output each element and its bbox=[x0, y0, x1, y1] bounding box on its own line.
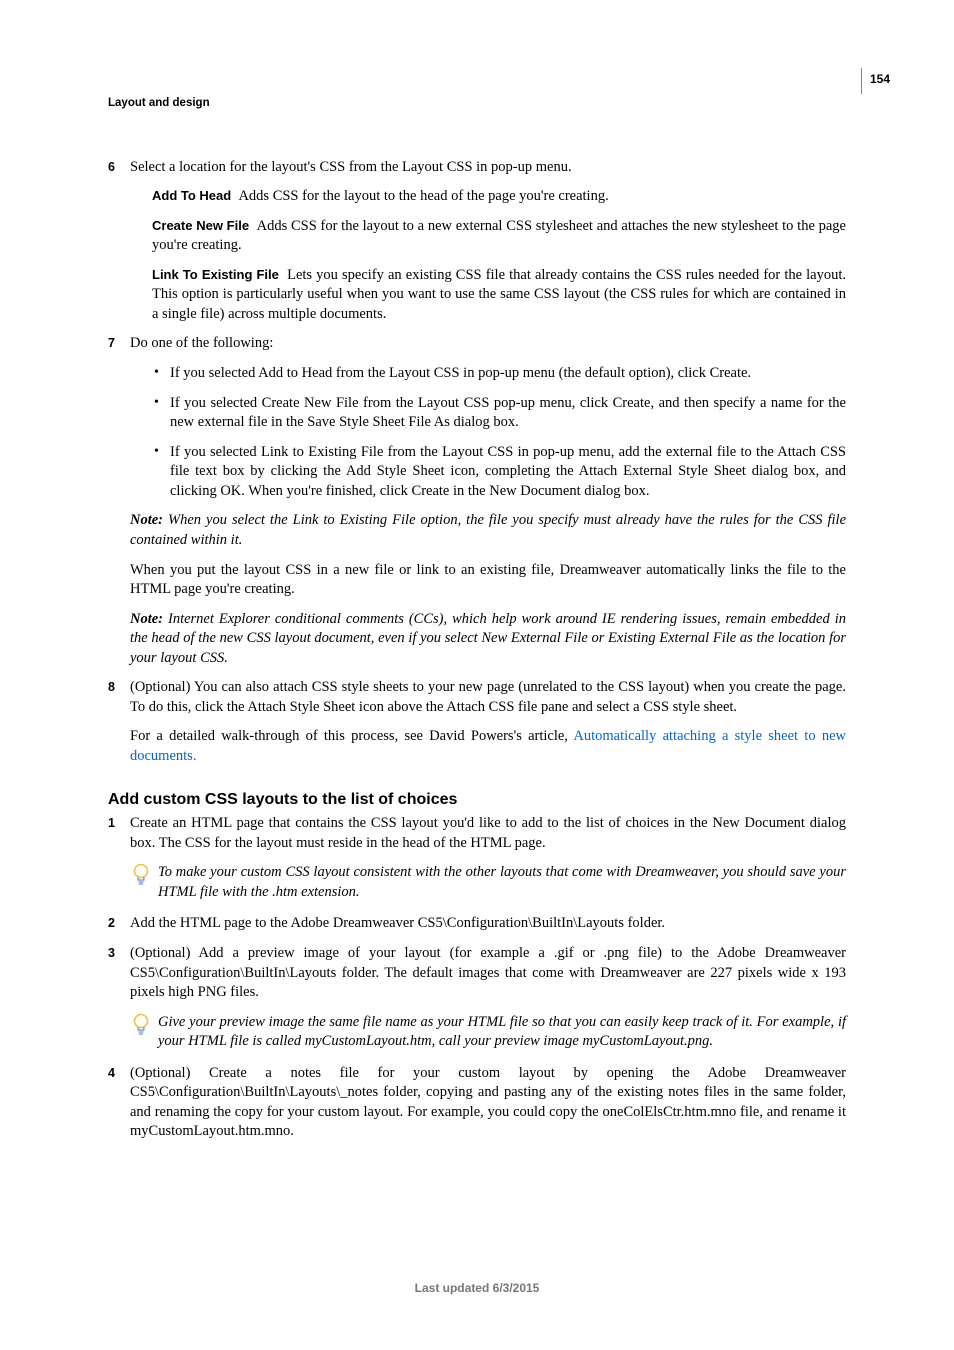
term-add-to-head: Add To Head bbox=[152, 188, 231, 203]
custom-step-2: 2 Add the HTML page to the Adobe Dreamwe… bbox=[108, 914, 846, 934]
note-label: Note: bbox=[130, 512, 163, 528]
custom-step-4-text: (Optional) Create a notes file for your … bbox=[130, 1064, 846, 1142]
option-create-new-file: Create New File Adds CSS for the layout … bbox=[152, 217, 846, 256]
text-add-to-head: Adds CSS for the layout to the head of t… bbox=[238, 188, 608, 204]
step-7-intro: Do one of the following: bbox=[130, 334, 846, 354]
subheading-add-custom-layouts: Add custom CSS layouts to the list of ch… bbox=[108, 789, 846, 811]
custom-step-1: 1 Create an HTML page that contains the … bbox=[108, 814, 846, 902]
step-number: 3 bbox=[108, 944, 115, 963]
step-8-p2: For a detailed walk-through of this proc… bbox=[130, 727, 846, 766]
note-2: Note: Internet Explorer conditional comm… bbox=[130, 610, 846, 669]
step-number: 2 bbox=[108, 914, 115, 933]
custom-step-1-text: Create an HTML page that contains the CS… bbox=[130, 814, 846, 853]
step-7: 7 Do one of the following: If you select… bbox=[108, 334, 846, 668]
term-create-new-file: Create New File bbox=[152, 218, 249, 233]
custom-step-4: 4 (Optional) Create a notes file for you… bbox=[108, 1064, 846, 1142]
step-number: 1 bbox=[108, 814, 115, 833]
bullet-item: If you selected Create New File from the… bbox=[152, 394, 846, 433]
note-label: Note: bbox=[130, 611, 163, 627]
step-number: 7 bbox=[108, 334, 115, 353]
bullet-item: If you selected Link to Existing File fr… bbox=[152, 443, 846, 502]
text-create-new-file: Adds CSS for the layout to a new externa… bbox=[152, 218, 846, 254]
tip-1: To make your custom CSS layout consisten… bbox=[130, 863, 846, 902]
option-add-to-head: Add To Head Adds CSS for the layout to t… bbox=[152, 187, 846, 207]
lightbulb-icon bbox=[132, 1013, 150, 1037]
step-7-bullets: If you selected Add to Head from the Lay… bbox=[152, 364, 846, 501]
note-1: Note: When you select the Link to Existi… bbox=[130, 511, 846, 550]
bullet-item: If you selected Add to Head from the Lay… bbox=[152, 364, 846, 384]
step-6-intro: Select a location for the layout's CSS f… bbox=[130, 158, 846, 178]
step-8: 8 (Optional) You can also attach CSS sty… bbox=[108, 678, 846, 766]
custom-step-3-text: (Optional) Add a preview image of your l… bbox=[130, 944, 846, 1003]
note-2-text: Internet Explorer conditional comments (… bbox=[130, 611, 846, 666]
page-content: Layout and design 6 Select a location fo… bbox=[0, 0, 954, 1142]
option-link-existing: Link To Existing File Lets you specify a… bbox=[152, 266, 846, 325]
note-1-text: When you select the Link to Existing Fil… bbox=[130, 512, 846, 548]
lightbulb-icon bbox=[132, 863, 150, 887]
step-6: 6 Select a location for the layout's CSS… bbox=[108, 158, 846, 325]
step-8-p2-text: For a detailed walk-through of this proc… bbox=[130, 728, 573, 744]
step-number: 4 bbox=[108, 1064, 115, 1083]
step-number: 8 bbox=[108, 678, 115, 697]
step-8-p1: (Optional) You can also attach CSS style… bbox=[130, 678, 846, 717]
tip-2: Give your preview image the same file na… bbox=[130, 1013, 846, 1052]
running-header: Layout and design bbox=[108, 96, 846, 112]
tip-2-text: Give your preview image the same file na… bbox=[158, 1013, 846, 1052]
step-number: 6 bbox=[108, 158, 115, 177]
custom-step-2-text: Add the HTML page to the Adobe Dreamweav… bbox=[130, 914, 846, 934]
step-7-after-note: When you put the layout CSS in a new fil… bbox=[130, 561, 846, 600]
custom-step-3: 3 (Optional) Add a preview image of your… bbox=[108, 944, 846, 1052]
term-link-existing: Link To Existing File bbox=[152, 267, 279, 282]
footer-last-updated: Last updated 6/3/2015 bbox=[0, 1280, 954, 1296]
tip-1-text: To make your custom CSS layout consisten… bbox=[158, 863, 846, 902]
